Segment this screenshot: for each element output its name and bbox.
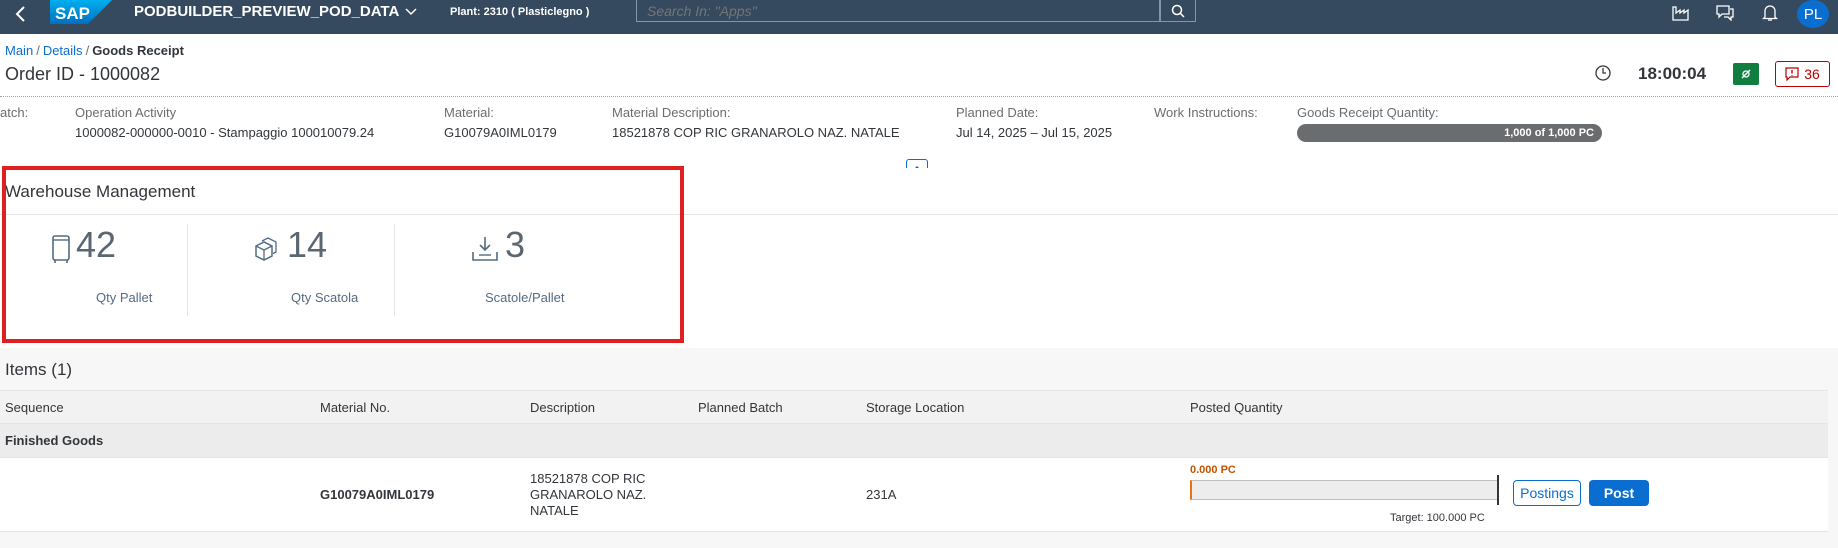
avatar[interactable]: PL: [1797, 0, 1829, 28]
target-marker: [1497, 475, 1499, 505]
cell-material-no: G10079A0IML0179: [320, 487, 435, 502]
cell-description: 18521878 COP RIC GRANAROLO NAZ. NATALE: [530, 471, 647, 518]
col-sequence[interactable]: Sequence: [5, 400, 64, 415]
breadcrumb-link-details[interactable]: Details: [43, 43, 83, 58]
items-section: Items (1) Sequence Material No. Descript…: [0, 348, 1838, 548]
tile-value: 14: [287, 224, 328, 265]
col-description[interactable]: Description: [530, 400, 595, 415]
attr-material-description: Material Description: 18521878 COP RIC GR…: [612, 105, 900, 140]
search-icon: [1171, 4, 1185, 18]
tile-caption: Qty Pallet: [96, 290, 153, 305]
pallet-icon: [52, 235, 70, 263]
post-button[interactable]: Post: [1589, 480, 1649, 506]
clock-icon: [1594, 64, 1612, 82]
col-planned-batch[interactable]: Planned Batch: [698, 400, 783, 415]
tile-value: 42: [76, 224, 117, 265]
warehouse-title: Warehouse Management: [5, 182, 196, 201]
alerts-button[interactable]: 36: [1775, 61, 1830, 87]
tile-qty-scatola: 14 Qty Scatola: [254, 224, 394, 314]
message-alert-icon: [1785, 67, 1799, 81]
postings-button[interactable]: Postings: [1513, 480, 1581, 506]
feedback-icon: [1716, 5, 1734, 21]
header-divider: [0, 96, 1838, 97]
sap-logo[interactable]: SAP: [50, 0, 112, 24]
tile-caption: Qty Scatola: [291, 290, 359, 305]
group-row: Finished Goods: [0, 424, 1828, 458]
attr-material: Material: G10079A0IML0179: [444, 105, 557, 140]
factory-button[interactable]: [1667, 2, 1695, 24]
target-label: Target: 100.000 PC: [1390, 512, 1485, 524]
page-title: Order ID - 1000082: [5, 64, 161, 84]
breadcrumb: Main / Details / Goods Receipt: [5, 43, 184, 58]
attr-batch: atch:: [0, 105, 29, 120]
group-label: Finished Goods: [5, 433, 104, 448]
shell-bar: SAP PODBUILDER_PREVIEW_POD_DATA Plant: 2…: [0, 0, 1838, 34]
plant-label: Plant: 2310 ( Plasticlegno ): [450, 6, 590, 18]
search-box: [636, 0, 1160, 22]
items-title: Items (1): [5, 360, 73, 379]
chevron-down-icon: [405, 8, 417, 16]
status-button[interactable]: [1733, 63, 1759, 85]
table-header: Sequence Material No. Description Planne…: [0, 390, 1828, 424]
chevron-left-icon: [15, 6, 25, 22]
breadcrumb-link-main[interactable]: Main: [5, 43, 33, 58]
download-tray-icon: [472, 237, 498, 261]
posted-quantity-bar: [1190, 480, 1498, 500]
pin-slash-icon: [1741, 69, 1751, 79]
tile-caption: Scatole/Pallet: [485, 290, 565, 305]
app-title: PODBUILDER_PREVIEW_POD_DATA: [134, 3, 400, 20]
attr-planned-date: Planned Date: Jul 14, 2025 – Jul 15, 2025: [956, 105, 1113, 140]
breadcrumb-current: Goods Receipt: [92, 43, 184, 58]
bell-icon: [1762, 5, 1778, 21]
cell-storage-location: 231A: [866, 487, 897, 502]
attr-goods-receipt-quantity: Goods Receipt Quantity:: [1297, 105, 1439, 120]
notifications-button[interactable]: [1756, 2, 1784, 24]
boxes-icon: [255, 237, 277, 261]
feedback-button[interactable]: [1711, 2, 1739, 24]
alert-count: 36: [1804, 66, 1820, 82]
col-posted-quantity[interactable]: Posted Quantity: [1190, 400, 1283, 415]
items-table: Sequence Material No. Description Planne…: [0, 390, 1828, 532]
posted-quantity-value: 0.000 PC: [1190, 464, 1236, 476]
tile-qty-pallet: 42 Qty Pallet: [50, 224, 180, 314]
warehouse-section: Warehouse Management 42 Qty Pallet 14 Qt…: [0, 168, 1838, 348]
clock-time: 18:00:04: [1638, 64, 1707, 83]
attr-work-instructions: Work Instructions:: [1154, 105, 1258, 120]
col-material-no[interactable]: Material No.: [320, 400, 390, 415]
svg-text:SAP: SAP: [55, 4, 90, 23]
tile-value: 3: [505, 224, 526, 265]
goods-receipt-progress: 1,000 of 1,000 PC: [1297, 124, 1602, 142]
back-button[interactable]: [14, 4, 34, 28]
col-storage-location[interactable]: Storage Location: [866, 400, 964, 415]
table-row[interactable]: G10079A0IML0179 18521878 COP RIC GRANARO…: [0, 458, 1828, 532]
search-input[interactable]: [637, 0, 1159, 21]
object-header: Main / Details / Goods Receipt Order ID - 10…: [0, 34, 1838, 179]
app-title-menu[interactable]: PODBUILDER_PREVIEW_POD_DATA: [134, 2, 417, 22]
search-button[interactable]: [1160, 0, 1196, 22]
factory-icon: [1672, 6, 1689, 21]
attr-operation-activity: Operation Activity 1000082-000000-0010 - …: [75, 105, 375, 140]
tile-scatole-pallet: 3 Scatole/Pallet: [470, 224, 620, 314]
